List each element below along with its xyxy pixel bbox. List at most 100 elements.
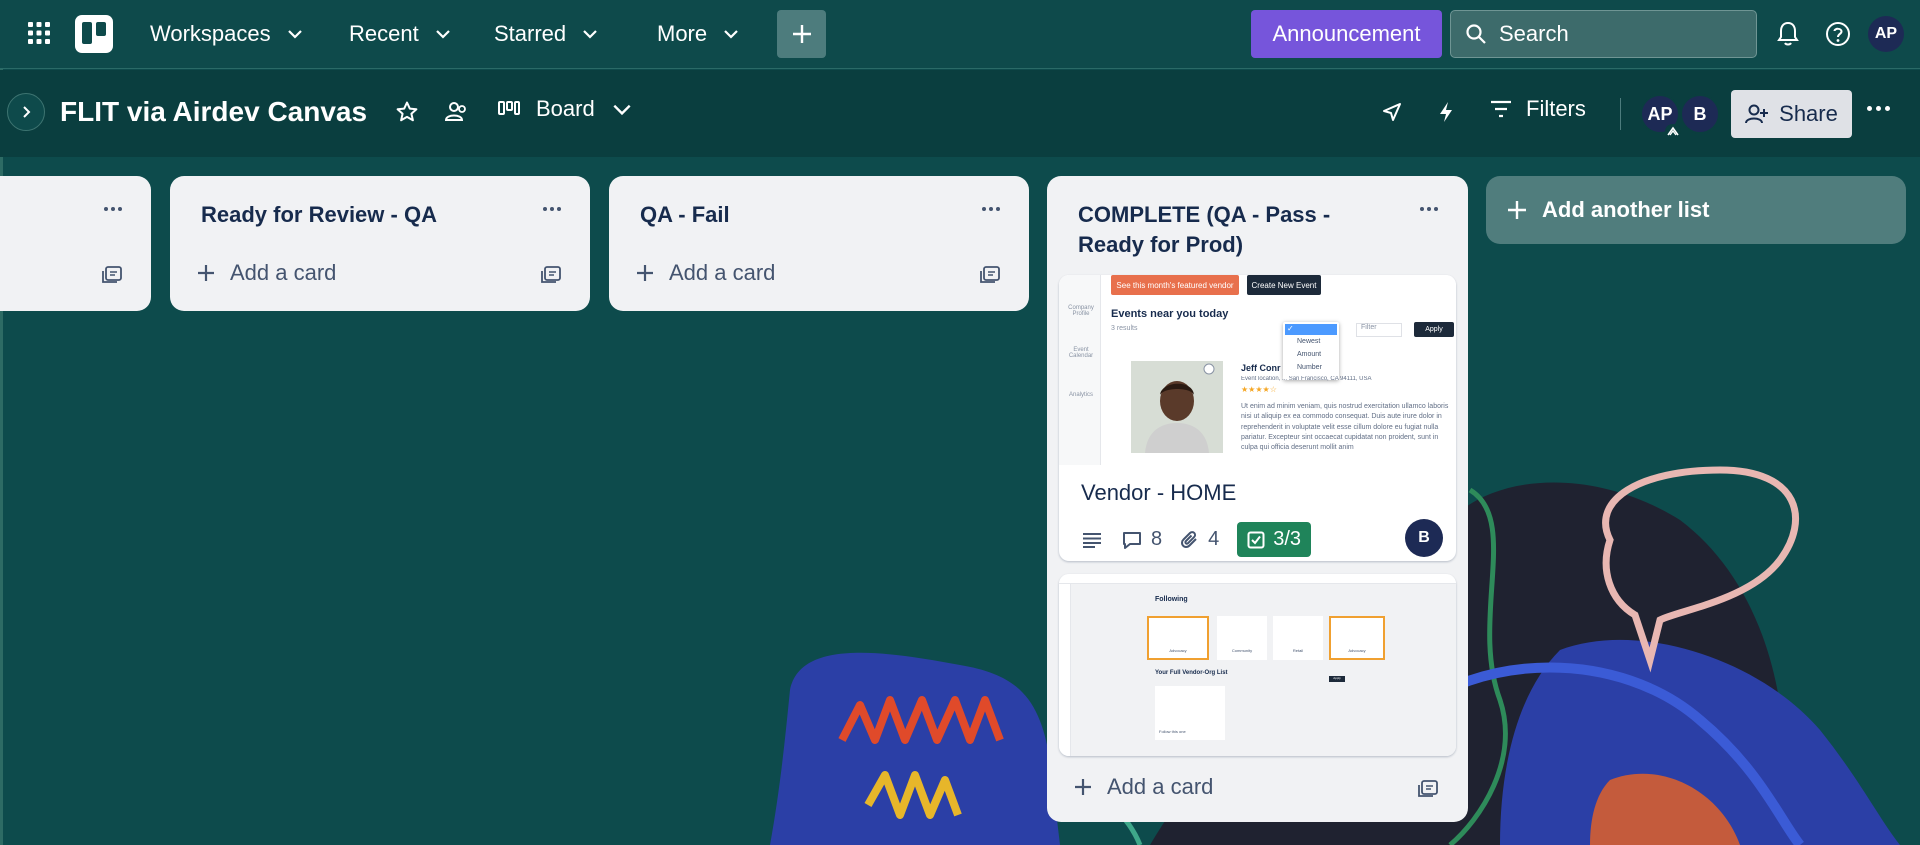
- add-card-button[interactable]: Add a card: [196, 260, 336, 286]
- list-title[interactable]: QA - Fail: [640, 200, 730, 230]
- comment-icon: [1123, 531, 1141, 549]
- board-view-icon: [498, 101, 520, 115]
- chevron-down-icon: [583, 30, 597, 39]
- description-icon: [1083, 532, 1101, 548]
- list-partial: [0, 176, 151, 311]
- plus-icon: [792, 25, 811, 43]
- automation-lightning-icon[interactable]: [1432, 98, 1460, 126]
- starred-menu[interactable]: Starred: [494, 14, 600, 54]
- add-card-label: Add a card: [1107, 774, 1214, 799]
- plus-icon: [1075, 779, 1091, 795]
- help-icon[interactable]: [1824, 20, 1852, 48]
- plus-icon: [637, 265, 653, 281]
- mock-create-event-button: Create New Event: [1247, 275, 1321, 295]
- comments-count: 8: [1151, 528, 1163, 550]
- list-title[interactable]: Ready for Review - QA: [201, 200, 437, 230]
- board-menu-icon[interactable]: [1867, 106, 1890, 111]
- list-menu-icon[interactable]: [104, 207, 122, 211]
- mock-dropdown-selected: ✓: [1285, 324, 1337, 335]
- mock-vendor-location: Event location, ... San Francisco, CA 94…: [1241, 376, 1372, 382]
- plus-icon: [198, 265, 214, 281]
- mock-results: 3 results: [1111, 325, 1138, 332]
- power-ups-rocket-icon[interactable]: [1378, 98, 1406, 126]
- mock-sidebar: [1059, 275, 1101, 465]
- mock-apply-button: Apply: [1329, 676, 1345, 682]
- mock-dropdown-opt: Number: [1297, 364, 1322, 371]
- attachments-badge: 4: [1180, 528, 1219, 551]
- announcement-button[interactable]: Announcement: [1251, 10, 1442, 58]
- member-avatar-b[interactable]: B: [1680, 94, 1720, 134]
- mock-tile-label: Advocacy: [1348, 648, 1366, 653]
- recent-menu[interactable]: Recent: [349, 14, 453, 54]
- notifications-bell-icon[interactable]: [1774, 20, 1802, 48]
- more-label: More: [657, 21, 708, 46]
- create-button[interactable]: [777, 10, 826, 58]
- mock-side-calendar: Event Calendar: [1068, 347, 1094, 359]
- board-view-label: Board: [536, 96, 595, 121]
- list-menu-icon[interactable]: [543, 207, 561, 211]
- card-member-avatar[interactable]: B: [1405, 519, 1443, 557]
- card-template-icon[interactable]: [1418, 776, 1440, 798]
- search-input[interactable]: Search: [1450, 10, 1757, 58]
- list-menu-icon[interactable]: [982, 207, 1000, 211]
- add-card-button[interactable]: Add a card: [635, 260, 775, 286]
- board-title[interactable]: FLIT via Airdev Canvas: [60, 96, 367, 128]
- mock-topstrip: [1059, 574, 1456, 584]
- more-menu[interactable]: More: [657, 14, 741, 54]
- filters-label: Filters: [1526, 96, 1586, 121]
- mock-tile-label: Advocacy: [1169, 648, 1187, 653]
- paperclip-icon: [1181, 530, 1197, 548]
- workspaces-label: Workspaces: [150, 21, 271, 46]
- mock-tile-1: [1147, 616, 1209, 660]
- chevron-down-icon: [435, 30, 450, 39]
- mock-tile-2: [1217, 616, 1267, 660]
- board-view-switcher[interactable]: Board: [498, 96, 633, 122]
- search-placeholder: Search: [1499, 21, 1569, 46]
- share-button[interactable]: Share: [1731, 90, 1852, 138]
- filter-icon: [1491, 100, 1511, 118]
- list-menu-icon[interactable]: [1420, 207, 1438, 211]
- list-title[interactable]: COMPLETE (QA - Pass - Ready for Prod): [1078, 200, 1378, 260]
- chevron-right-icon: [23, 106, 31, 118]
- plus-icon: [1508, 201, 1526, 219]
- add-another-list-button[interactable]: Add another list: [1486, 176, 1906, 244]
- mock-tile-label: Retail: [1292, 648, 1304, 653]
- card-cover-image: Company Profile Event Calendar Analytics…: [1059, 275, 1456, 465]
- chevron-down-icon: [613, 104, 631, 116]
- mock-rating-stars: ★★★★☆: [1241, 385, 1277, 394]
- mock-vendor-body: Ut enim ad minim veniam, quis nostrud ex…: [1241, 403, 1449, 452]
- card-template-icon[interactable]: [980, 262, 1002, 284]
- card-template-icon[interactable]: [541, 262, 563, 284]
- list-complete: COMPLETE (QA - Pass - Ready for Prod) Co…: [1047, 176, 1468, 822]
- card-template-icon[interactable]: [102, 262, 124, 284]
- workspaces-menu[interactable]: Workspaces: [150, 14, 305, 54]
- mock-tile-3: [1273, 616, 1323, 660]
- mock-following-heading: Following: [1155, 596, 1188, 603]
- app-switcher-icon[interactable]: [26, 20, 52, 46]
- trello-logo-icon[interactable]: [75, 15, 113, 53]
- search-icon: [1466, 24, 1486, 44]
- mock-tile-4: [1329, 616, 1385, 660]
- comments-badge: 8: [1121, 528, 1162, 551]
- checklist-badge: 3/3: [1237, 522, 1312, 557]
- bg-blob-blue-left: [770, 652, 1060, 845]
- mock-dropdown-opt: Amount: [1297, 351, 1322, 358]
- list-qa-fail: QA - Fail Add a card: [609, 176, 1029, 311]
- mock-follow-text: Follow this one: [1159, 729, 1186, 734]
- add-list-label: Add another list: [1542, 197, 1710, 222]
- card-vendor-home[interactable]: Company Profile Event Calendar Analytics…: [1059, 275, 1456, 561]
- sidebar-toggle-button[interactable]: [7, 93, 45, 131]
- account-avatar[interactable]: AP: [1868, 16, 1904, 52]
- star-icon[interactable]: [393, 98, 421, 126]
- starred-label: Starred: [494, 21, 567, 46]
- mock-vendor-name: Jeff Conr: [1241, 363, 1281, 373]
- mock-list-heading: Your Full Vendor-Org List: [1155, 670, 1228, 676]
- filters-button[interactable]: Filters: [1490, 96, 1586, 122]
- add-card-button[interactable]: Add a card: [1073, 774, 1213, 800]
- card-following[interactable]: Following Advocacy Community Retail Advo…: [1059, 574, 1456, 756]
- visibility-workspace-icon[interactable]: [442, 98, 470, 126]
- share-label: Share: [1779, 101, 1838, 126]
- top-nav: Workspaces Recent Starred More Announcem…: [0, 0, 1920, 69]
- mock-featured-button: See this month's featured vendor: [1111, 275, 1239, 295]
- mock-heading: Events near you today: [1111, 308, 1229, 320]
